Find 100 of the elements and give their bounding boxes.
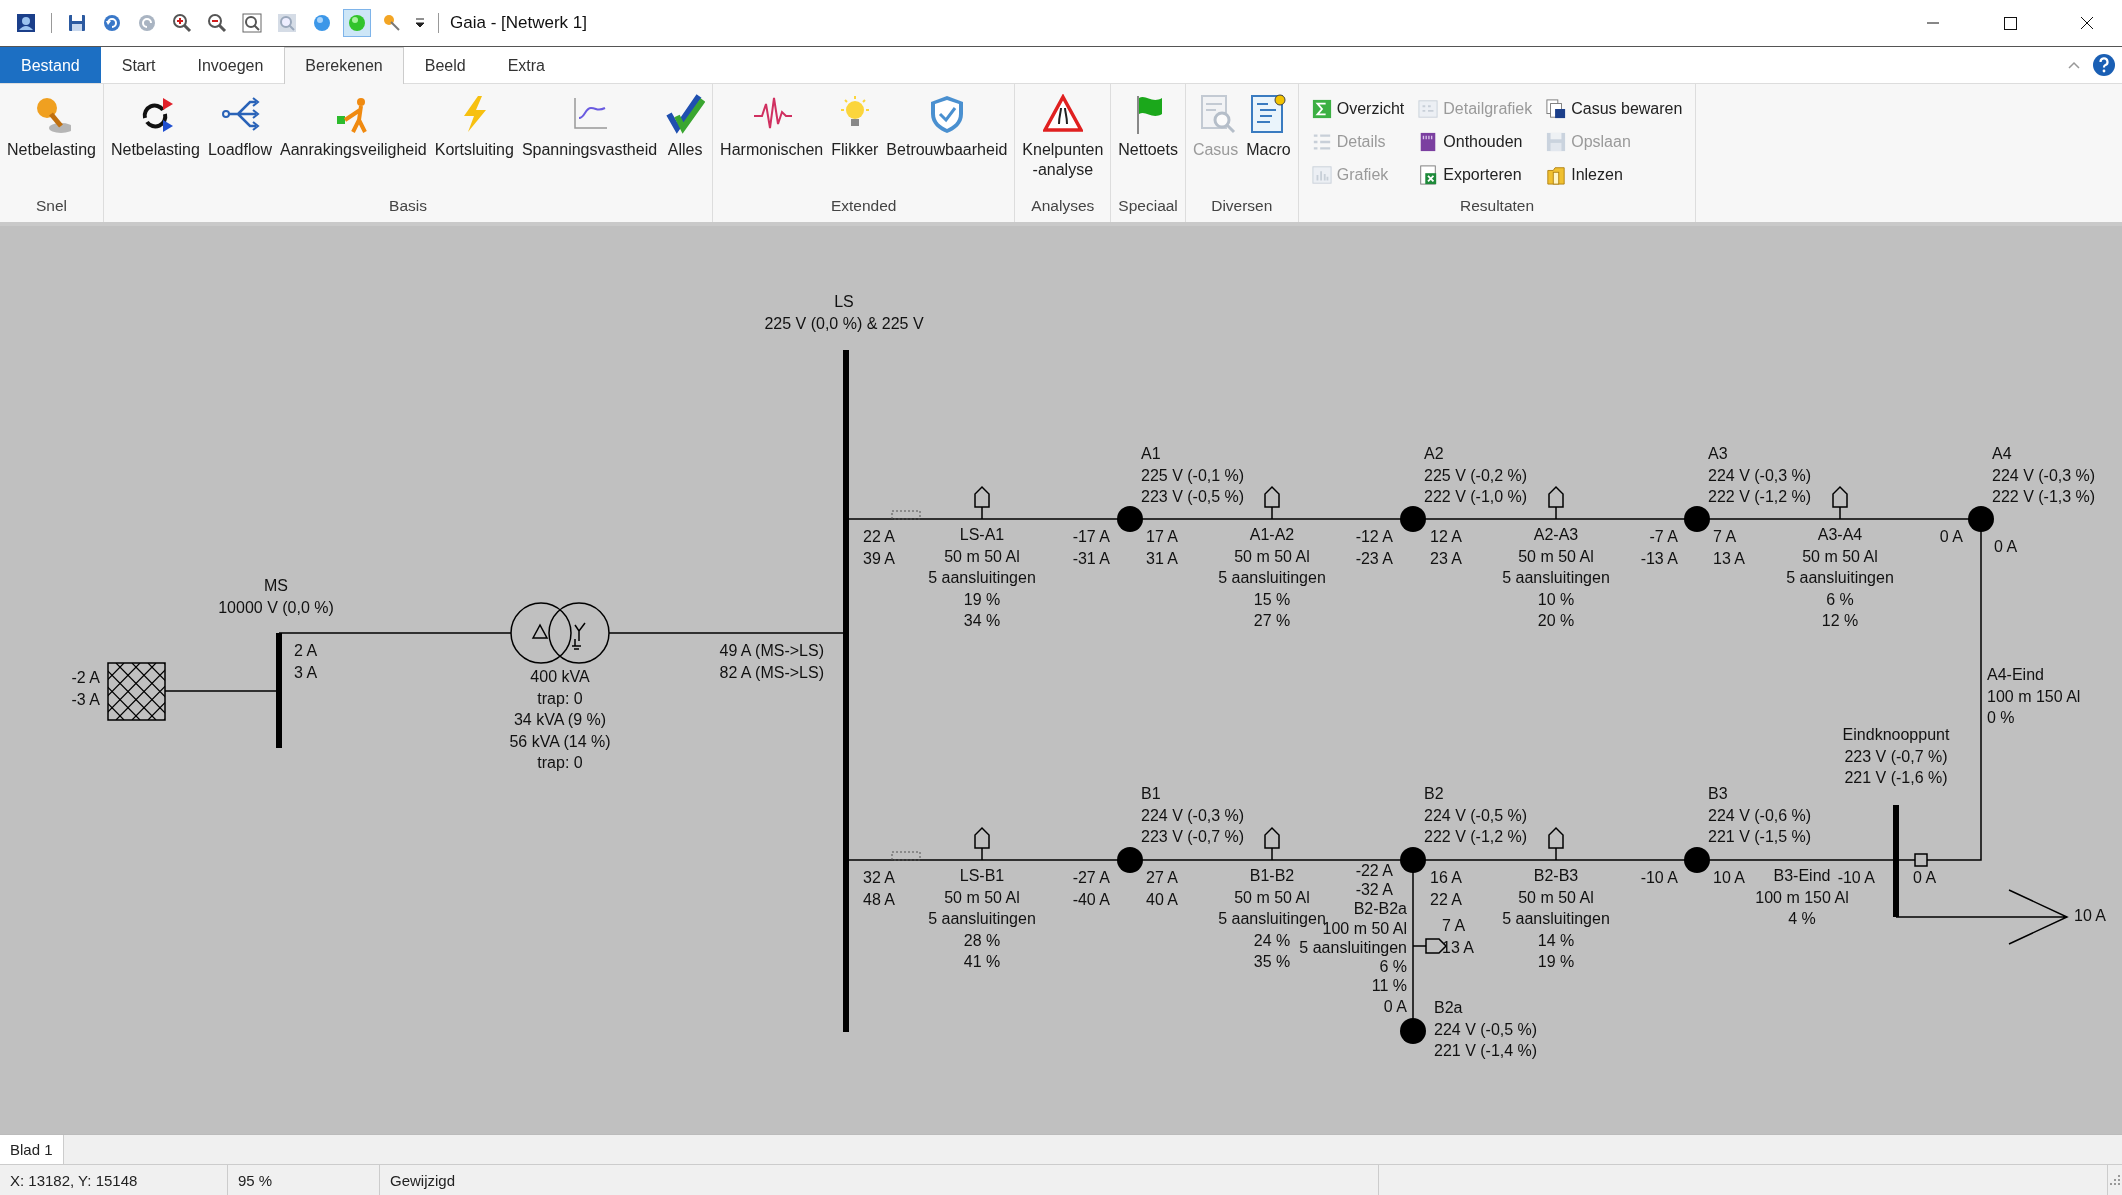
- warning-triangle-icon: [1042, 94, 1083, 134]
- floppy-icon: [1546, 131, 1567, 152]
- ribbon-button[interactable]: Nettoets: [1114, 88, 1182, 193]
- ribbon-button[interactable]: Kortsluiting: [430, 88, 518, 193]
- help-icon[interactable]: [2092, 53, 2116, 77]
- current-reading: 12 A: [1430, 528, 1463, 546]
- copy-save-icon: [1546, 98, 1567, 119]
- cable-data: 5 aansluitingen: [1299, 938, 1407, 956]
- ribbon-tab[interactable]: Invoegen: [176, 47, 285, 83]
- cable-data: 50 m 50 Al: [1518, 547, 1594, 565]
- voltage-reading: 225 V (-0,2 %): [1424, 466, 1528, 484]
- current-reading: 27 A: [1146, 869, 1179, 887]
- current-reading: -22 A: [1355, 862, 1393, 880]
- ribbon-button[interactable]: Aanrakingsveiligheid: [275, 88, 431, 193]
- voltage-reading: 223 V (-0,7 %): [1844, 747, 1948, 765]
- node-dot[interactable]: [1400, 506, 1426, 532]
- customize-caret-icon[interactable]: [413, 16, 427, 30]
- load-icon: [1548, 485, 1564, 520]
- cable-data: 5 aansluitingen: [1218, 910, 1326, 928]
- ribbon-tab[interactable]: Beeld: [403, 47, 487, 83]
- current-reading: 31 A: [1146, 549, 1179, 567]
- node-dot[interactable]: [1400, 1018, 1426, 1044]
- group-label: Extended: [830, 196, 897, 216]
- current-reading: 49 A (MS->LS): [719, 642, 824, 660]
- current-reading: 2 A: [294, 642, 318, 660]
- ribbon-button[interactable]: Harmonischen: [716, 88, 828, 193]
- group-label: Resultaten: [1460, 196, 1535, 216]
- current-reading: -12 A: [1355, 528, 1393, 546]
- voltage-reading: 224 V (-0,6 %): [1708, 806, 1812, 824]
- voltage-reading: 223 V (-0,7 %): [1141, 828, 1245, 846]
- current-reading: 3 A: [294, 663, 318, 681]
- current-reading: -10 A: [1640, 869, 1678, 887]
- ribbon-button[interactable]: Loadflow: [203, 88, 276, 193]
- load-icon: [1832, 485, 1848, 520]
- ribbon-button[interactable]: Flikker: [827, 88, 883, 193]
- node-label: B3: [1708, 785, 1728, 803]
- voltage-reading: 222 V (-1,2 %): [1708, 488, 1812, 506]
- cable-label: A1-A2: [1249, 526, 1295, 544]
- ribbon-tab[interactable]: Extra: [486, 47, 566, 83]
- ribbon-button[interactable]: Onthouden: [1414, 125, 1537, 158]
- resize-grip-icon[interactable]: [2108, 1173, 2122, 1187]
- cable-label: LS-B1: [959, 867, 1005, 885]
- node-label: A1: [1141, 445, 1161, 463]
- ribbon-button[interactable]: Inlezen: [1542, 158, 1687, 191]
- ribbon-button[interactable]: Casus bewaren: [1542, 92, 1687, 125]
- group-label: Speciaal: [1118, 196, 1178, 216]
- cable-data: 14 %: [1537, 931, 1575, 949]
- group-label: Snel: [35, 196, 67, 216]
- cable-data: 10 %: [1537, 590, 1575, 608]
- cable-data: 5 aansluitingen: [1218, 569, 1326, 587]
- cable-data: 0 %: [1987, 709, 2015, 727]
- node-dot[interactable]: [1117, 506, 1143, 532]
- ribbon-button[interactable]: Netbelasting: [3, 88, 100, 193]
- current-reading: 22 A: [863, 528, 896, 546]
- cable-data: 12 %: [1821, 612, 1859, 630]
- cable-data: 19 %: [1537, 953, 1575, 971]
- cable-data: 50 m 50 Al: [1802, 547, 1878, 565]
- node-dot[interactable]: [1400, 847, 1426, 873]
- ribbon-button[interactable]: Knelpunten -analyse: [1018, 88, 1108, 193]
- ribbon-button[interactable]: Overzicht: [1307, 92, 1409, 125]
- cable-data: 19 %: [963, 590, 1001, 608]
- cable-data: 6 %: [1379, 958, 1407, 976]
- folder-icon: [1546, 164, 1567, 185]
- voltage-reading: 224 V (-0,5 %): [1424, 806, 1528, 824]
- cable-data: 100 m 150 Al: [1987, 687, 2081, 705]
- node-dot[interactable]: [1684, 506, 1710, 532]
- voltage-reading: 224 V (-0,5 %): [1434, 1020, 1538, 1038]
- node-dot[interactable]: [1684, 847, 1710, 873]
- ribbon-button[interactable]: Spanningsvastheid: [517, 88, 662, 193]
- current-reading: -3 A: [71, 690, 100, 708]
- cable-label: B3-Eind: [1773, 867, 1831, 885]
- ribbon-tab[interactable]: Bestand: [0, 47, 101, 83]
- ribbon-button[interactable]: Macro: [1242, 88, 1295, 193]
- cable-label: A4-Eind: [1987, 666, 2044, 684]
- current-reading: 16 A: [1430, 869, 1463, 887]
- voltage-reading: 10000 V (0,0 %): [218, 598, 334, 616]
- cable-data: 6 %: [1826, 590, 1854, 608]
- node-label: B2a: [1434, 999, 1463, 1017]
- spreadsheet-icon: [1418, 164, 1439, 185]
- ribbon-tab[interactable]: Start: [100, 47, 177, 83]
- node-dot[interactable]: [1968, 506, 1994, 532]
- current-reading: 10 A: [1713, 869, 1746, 887]
- cable-data: 27 %: [1253, 612, 1291, 630]
- ribbon-button[interactable]: Betrouwbaarheid: [882, 88, 1012, 193]
- ribbon-tab[interactable]: Berekenen: [284, 47, 404, 84]
- sheet-tab[interactable]: Blad 1: [0, 1135, 64, 1164]
- ribbon-button[interactable]: Exporteren: [1414, 158, 1537, 191]
- cable-data: 34 %: [963, 612, 1001, 630]
- current-reading: 13 A: [1713, 549, 1746, 567]
- group-label: Diversen: [1211, 196, 1273, 216]
- cable-data: 50 m 50 Al: [1518, 888, 1594, 906]
- current-reading: -13 A: [1640, 549, 1678, 567]
- voltage-reading: 221 V (-1,4 %): [1434, 1042, 1538, 1060]
- ribbon-button[interactable]: Alles: [661, 88, 710, 193]
- ribbon-button[interactable]: Netbelasting: [106, 88, 204, 193]
- cable-data: 20 %: [1537, 612, 1575, 630]
- node-dot[interactable]: [1117, 847, 1143, 873]
- voltage-reading: 222 V (-1,0 %): [1424, 488, 1528, 506]
- current-reading: -27 A: [1072, 869, 1110, 887]
- cable-data: 50 m 50 Al: [1234, 888, 1310, 906]
